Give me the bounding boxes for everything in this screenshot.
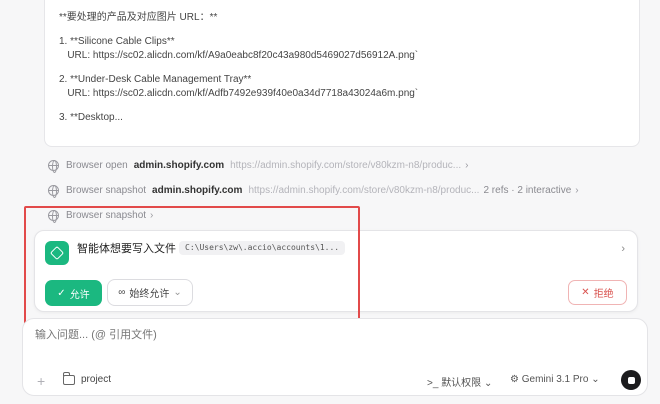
- tool-url: https://admin.shopify.com/store/v80kzm-n…: [248, 184, 480, 196]
- tool-name: Browser snapshot: [66, 209, 147, 221]
- message-line: URL: https://sc02.alicdn.com/kf/A9a0eabc…: [59, 50, 419, 61]
- chevron-down-icon: ⌄: [483, 378, 493, 389]
- deny-label: 拒绝: [593, 289, 614, 300]
- tool-meta: 2 refs · 2 interactive: [483, 184, 572, 196]
- globe-icon: [48, 159, 59, 173]
- tool-url: https://admin.shopify.com/store/v80kzm-n…: [230, 159, 462, 171]
- message-line: URL: https://sc02.alicdn.com/kf/Adfb7492…: [59, 88, 419, 99]
- message-line: 1. **Silicone Cable Clips**: [59, 36, 175, 47]
- stop-button[interactable]: [621, 370, 641, 390]
- always-allow-dropdown[interactable]: ∞ 始终允许 ⌄: [107, 279, 193, 306]
- permission-mode-select[interactable]: >_ 默认权限 ⌄: [427, 374, 492, 389]
- stop-icon: [627, 376, 635, 384]
- permission-mode-label: 默认权限: [441, 378, 482, 389]
- project-selector[interactable]: project: [81, 374, 111, 385]
- check-icon: ✓: [57, 287, 66, 299]
- chat-input[interactable]: [35, 329, 595, 341]
- chevron-right-icon: ›: [465, 159, 469, 171]
- folder-icon: [63, 372, 75, 385]
- globe-icon: [48, 184, 59, 198]
- chat-page: **要处理的产品及对应图片 URL：** 1. **Silicone Cable…: [0, 0, 660, 404]
- tool-host: admin.shopify.com: [133, 159, 225, 171]
- file-path-badge: C:\Users\zw\.accio\accounts\1...: [179, 241, 346, 255]
- tool-call-browser-snapshot-pending[interactable]: Browser snapshot ›: [48, 207, 153, 223]
- tool-host: admin.shopify.com: [152, 184, 243, 196]
- composer: + project >_ 默认权限 ⌄ ⚙ Gemini 3.1 Pro ⌄: [22, 318, 648, 396]
- message-line: 2. **Under-Desk Cable Management Tray**: [59, 74, 252, 85]
- close-icon: ✕: [581, 287, 590, 298]
- deny-button[interactable]: ✕ 拒绝: [568, 280, 627, 305]
- message-line: 3. **Desktop...: [59, 112, 123, 123]
- message-line: **要处理的产品及对应图片 URL：**: [59, 12, 218, 23]
- tool-call-browser-snapshot[interactable]: Browser snapshot admin.shopify.com https…: [48, 182, 579, 198]
- allow-button[interactable]: ✓ 允许: [45, 280, 102, 306]
- allow-label: 允许: [69, 289, 90, 301]
- plus-icon[interactable]: +: [37, 373, 45, 389]
- always-allow-label: 始终允许: [129, 289, 170, 300]
- agent-icon: [45, 241, 69, 265]
- tool-name: Browser snapshot: [66, 184, 147, 196]
- assistant-message-card: **要处理的产品及对应图片 URL：** 1. **Silicone Cable…: [44, 0, 640, 147]
- terminal-icon: >_: [427, 378, 439, 389]
- permission-title: 智能体想要写入文件: [77, 243, 176, 255]
- chevron-right-icon: ›: [575, 184, 579, 196]
- model-select[interactable]: ⚙ Gemini 3.1 Pro ⌄: [510, 374, 600, 385]
- chevron-right-icon: ›: [150, 209, 154, 221]
- infinity-icon: ∞: [118, 287, 126, 298]
- globe-icon: [48, 209, 59, 223]
- model-icon: ⚙: [510, 374, 519, 385]
- chevron-right-icon[interactable]: ›: [621, 243, 625, 255]
- chevron-down-icon: ⌄: [591, 374, 600, 385]
- permission-request-card: 智能体想要写入文件 C:\Users\zw\.accio\accounts\1.…: [34, 230, 638, 312]
- model-label: Gemini 3.1 Pro: [521, 374, 589, 385]
- tool-call-browser-open[interactable]: Browser open admin.shopify.com https://a…: [48, 157, 468, 173]
- tool-name: Browser open: [66, 159, 128, 171]
- chevron-down-icon: ⌄: [173, 287, 182, 298]
